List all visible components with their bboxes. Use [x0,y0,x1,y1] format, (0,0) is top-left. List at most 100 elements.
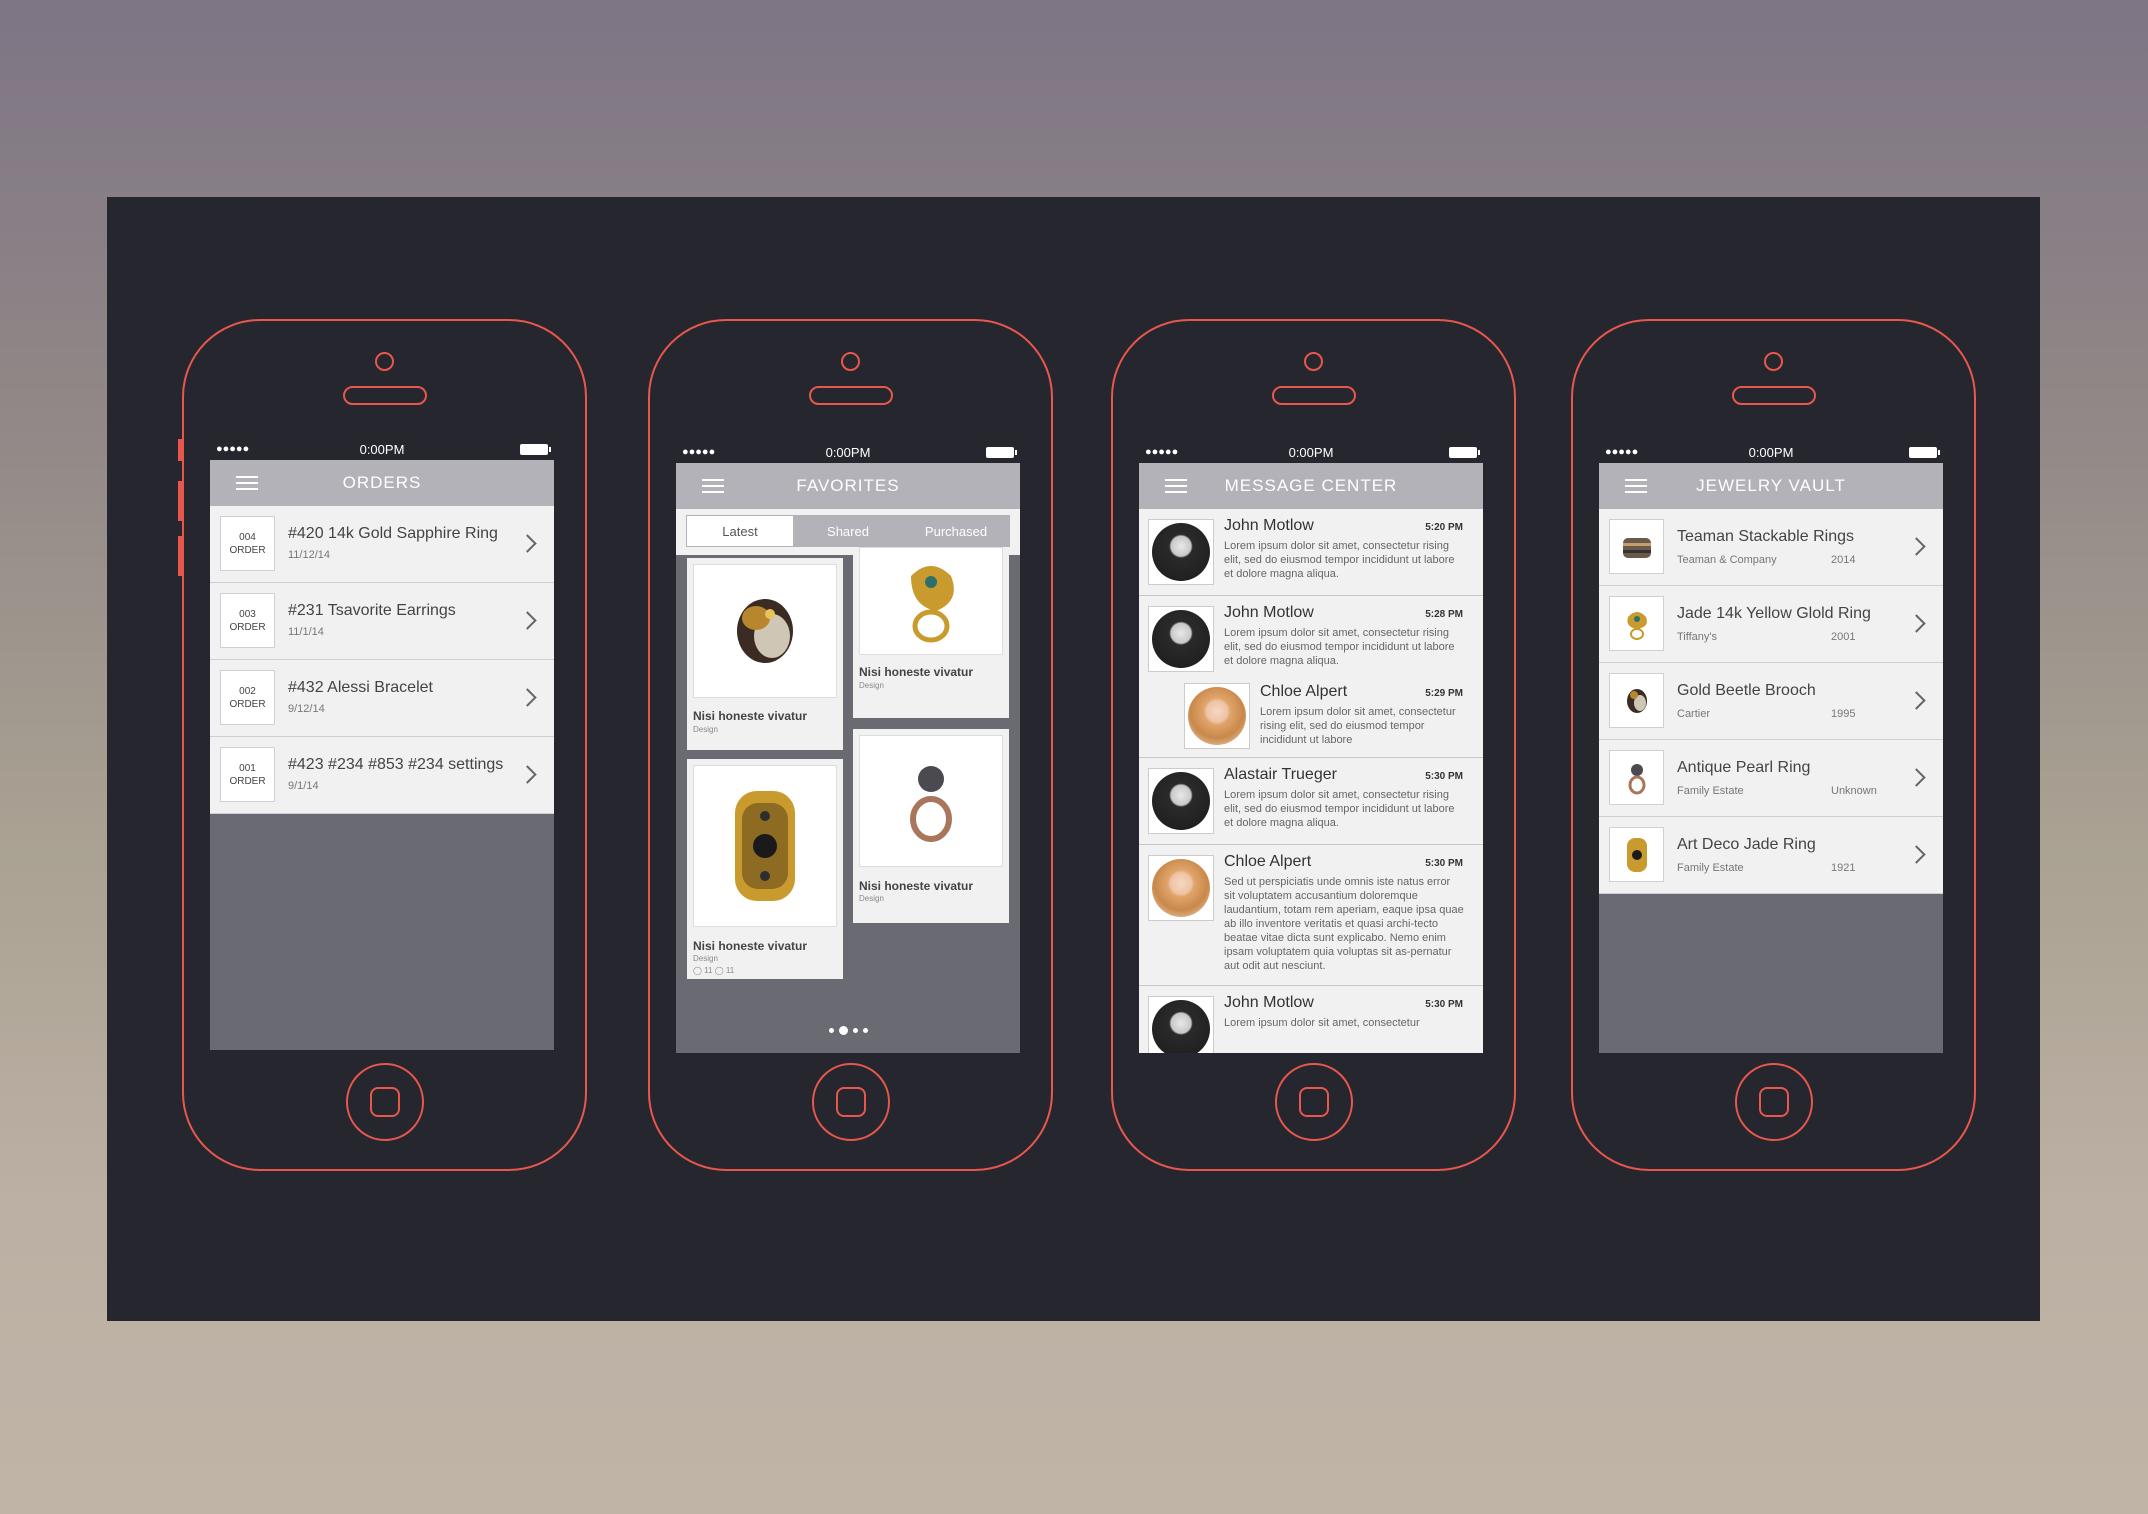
message-body: Lorem ipsum dolor sit amet, consectetur … [1260,706,1456,746]
signal-icon: ●●●●● [216,443,250,455]
item-maker: Family Estate [1677,862,1744,874]
menu-icon[interactable] [1625,479,1647,493]
menu-icon[interactable] [702,479,724,493]
sender-name: Chloe Alpert [1224,853,1312,870]
order-badge: 003 ORDER [220,593,275,648]
favorite-card[interactable]: Nisi honeste vivatur Design [853,729,1009,923]
menu-icon[interactable] [1165,479,1187,493]
messages-screen: ●●●●● 0:00PM MESSAGE CENTER John Motlow … [1139,441,1483,1053]
order-date: 9/1/14 [288,780,319,792]
home-button[interactable] [345,1063,424,1141]
speaker-icon [1731,386,1816,405]
tab-latest[interactable]: Latest [686,515,794,547]
chevron-right-icon[interactable] [518,534,537,553]
phone-messages: ●●●●● 0:00PM MESSAGE CENTER John Motlow … [1111,319,1516,1171]
order-title: #432 Alessi Bracelet [288,679,433,696]
status-time: 0:00PM [825,444,871,460]
tab-purchased[interactable]: Purchased [902,515,1010,547]
phone-orders: ●●●●● 0:00PM ORDERS 004 ORDER #420 14k Go… [178,319,587,1171]
order-date: 11/1/14 [288,626,324,638]
order-date: 9/12/14 [288,703,325,715]
message-time: 5:29 PM [1425,688,1463,699]
camera-icon [1764,352,1783,371]
message-item[interactable]: John Motlow 5:20 PM Lorem ipsum dolor si… [1139,509,1483,596]
sender-name: Alastair Trueger [1224,766,1337,783]
phone-vault: ●●●●● 0:00PM JEWELRY VAULT Teaman Stacka… [1571,319,1976,1171]
message-item[interactable]: Chloe Alpert 5:30 PM Sed ut perspiciatis… [1139,845,1483,986]
favorite-card[interactable]: Nisi honeste vivatur Design ◯ 11 ◯ 11 [687,759,843,979]
chevron-right-icon[interactable] [1907,845,1926,864]
vault-item[interactable]: Teaman Stackable Rings Teaman & Company … [1599,509,1943,586]
vault-item[interactable]: Jade 14k Yellow Glold Ring Tiffany's 200… [1599,586,1943,663]
message-time: 5:28 PM [1425,609,1463,620]
vault-item[interactable]: Antique Pearl Ring Family Estate Unknown [1599,740,1943,817]
message-item[interactable]: Alastair Trueger 5:30 PM Lorem ipsum dol… [1139,758,1483,845]
page-title: FAVORITES [796,476,900,495]
message-body: Lorem ipsum dolor sit amet, consectetur … [1224,789,1455,829]
item-title: Jade 14k Yellow Glold Ring [1677,605,1871,622]
message-item[interactable]: John Motlow 5:28 PM Lorem ipsum dolor si… [1139,596,1483,683]
speaker-icon [1271,386,1356,405]
home-button[interactable] [1734,1063,1813,1141]
signal-icon: ●●●●● [1605,446,1639,458]
status-bar: ●●●●● 0:00PM [1599,441,1943,463]
favorite-card[interactable]: Nisi honeste vivatur Design [687,558,843,750]
vault-item[interactable]: Art Deco Jade Ring Family Estate 1921 [1599,817,1943,894]
status-bar: ●●●●● 0:00PM [210,438,554,460]
chevron-right-icon[interactable] [1907,614,1926,633]
chevron-right-icon[interactable] [1907,537,1926,556]
chevron-right-icon[interactable] [1907,768,1926,787]
status-time: 0:00PM [1288,444,1334,460]
order-badge: 004 ORDER [220,516,275,571]
message-item[interactable]: John Motlow 5:30 PM Lorem ipsum dolor si… [1139,986,1483,1053]
chevron-right-icon[interactable] [518,688,537,707]
chevron-right-icon[interactable] [1907,691,1926,710]
message-reply[interactable]: Chloe Alpert 5:29 PM Lorem ipsum dolor s… [1139,683,1483,758]
home-square-icon [369,1087,400,1117]
page-title: ORDERS [342,473,422,492]
camera-icon [1304,352,1323,371]
item-title: Art Deco Jade Ring [1677,836,1816,853]
status-bar: ●●●●● 0:00PM [1139,441,1483,463]
card-subtitle: Design [693,954,718,963]
item-title: Antique Pearl Ring [1677,759,1811,776]
nav-bar: ORDERS [210,460,554,506]
home-square-icon [1758,1087,1789,1117]
order-row[interactable]: 001 ORDER #423 #234 #853 #234 settings 9/… [210,737,554,814]
jewelry-image [693,765,837,927]
order-row[interactable]: 004 ORDER #420 14k Gold Sapphire Ring 11/… [210,506,554,583]
mockup-board: ●●●●● 0:00PM ORDERS 004 ORDER #420 14k Go… [107,197,2040,1321]
order-row[interactable]: 003 ORDER #231 Tsavorite Earrings 11/1/14 [210,583,554,660]
menu-icon[interactable] [236,476,258,490]
order-number: 003 [239,608,256,620]
battery-icon [986,447,1017,458]
card-title: Nisi honeste vivatur [693,939,808,953]
vault-item[interactable]: Gold Beetle Brooch Cartier 1995 [1599,663,1943,740]
message-time: 5:30 PM [1425,771,1463,782]
sender-name: John Motlow [1224,994,1314,1011]
order-row[interactable]: 002 ORDER #432 Alessi Bracelet 9/12/14 [210,660,554,737]
order-title: #423 #234 #853 #234 settings [288,756,504,773]
home-button[interactable] [811,1063,890,1141]
message-body: Lorem ipsum dolor sit amet, consectetur … [1224,627,1455,667]
jewelry-image [693,564,837,698]
battery-icon [1449,447,1480,458]
chevron-right-icon[interactable] [518,765,537,784]
card-meta: ◯ 11 ◯ 11 [693,966,735,975]
chevron-right-icon[interactable] [518,611,537,630]
order-title: #420 14k Gold Sapphire Ring [288,525,498,542]
favorite-card[interactable]: Nisi honeste vivatur Design [853,547,1009,718]
tab-shared[interactable]: Shared [794,515,902,547]
home-button[interactable] [1274,1063,1353,1141]
message-time: 5:30 PM [1425,858,1463,869]
item-year: Unknown [1831,785,1877,797]
order-badge: 002 ORDER [220,670,275,725]
battery-icon [1909,447,1940,458]
page-indicator[interactable] [676,1026,1020,1035]
jewelry-thumbnail [1609,519,1664,574]
item-maker: Teaman & Company [1677,554,1777,566]
sender-name: John Motlow [1224,517,1314,534]
card-subtitle: Design [693,725,718,734]
page-dot-active [838,1026,848,1035]
speaker-icon [808,386,893,405]
